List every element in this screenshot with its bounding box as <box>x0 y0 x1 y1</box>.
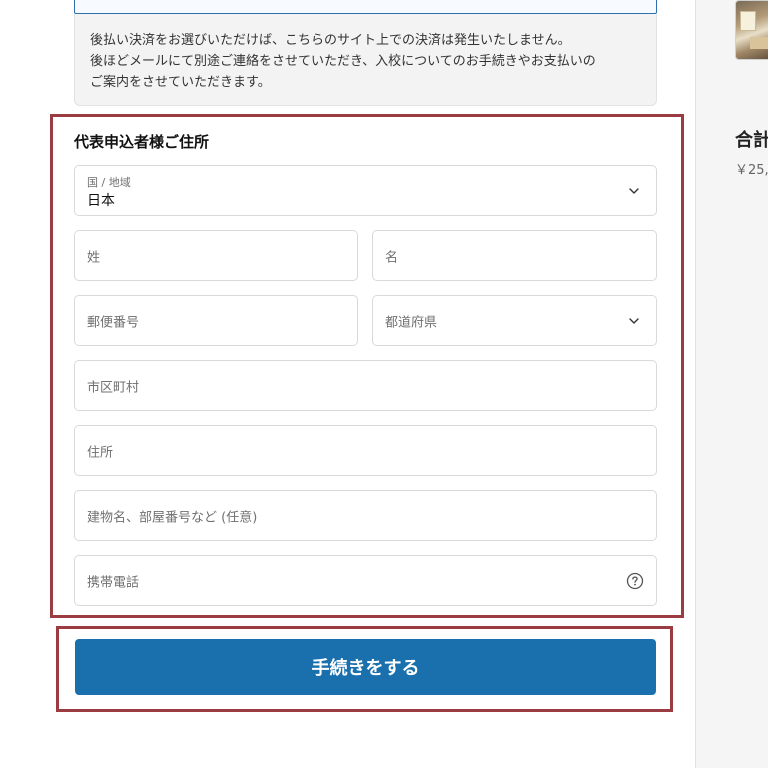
mobile-phone-field[interactable]: 携帯電話 <box>74 555 657 606</box>
deferred-payment-notice: 後払い決済をお選びいただけば、こちらのサイト上での決済は発生いたしません。 後ほ… <box>74 14 657 106</box>
course-thumbnail <box>735 0 768 60</box>
payment-option-selected-box <box>74 0 657 14</box>
postal-code-field[interactable]: 郵便番号 <box>74 295 358 346</box>
question-circle-icon[interactable] <box>626 572 644 590</box>
notice-line-1: 後払い決済をお選びいただけば、こちらのサイト上での決済は発生いたしません。 <box>90 33 571 48</box>
street-address-field[interactable]: 住所 <box>74 425 657 476</box>
chevron-down-icon <box>629 187 639 194</box>
postal-code-placeholder: 郵便番号 <box>87 315 140 330</box>
country-value: 日本 <box>87 193 115 209</box>
first-name-placeholder: 名 <box>385 250 399 265</box>
notice-line-3: ご案内をさせていただきます。 <box>90 75 271 90</box>
building-placeholder: 建物名、部屋番号など (任意) <box>87 510 258 525</box>
country-label: 国 / 地域 <box>87 176 131 189</box>
order-summary-sidebar: 合計 ￥25, <box>695 0 768 768</box>
city-field[interactable]: 市区町村 <box>74 360 657 411</box>
prefecture-placeholder: 都道府県 <box>385 315 438 330</box>
last-name-field[interactable]: 姓 <box>74 230 358 281</box>
first-name-field[interactable]: 名 <box>372 230 657 281</box>
notice-line-2: 後ほどメールにて別途ご連絡をさせていただき、入校についてのお手続きやお支払いの <box>90 54 596 69</box>
submit-button[interactable]: 手続きをする <box>75 639 656 695</box>
chevron-down-icon <box>629 317 639 324</box>
last-name-placeholder: 姓 <box>87 250 101 265</box>
address-section-title: 代表申込者様ご住所 <box>74 133 210 151</box>
street-address-placeholder: 住所 <box>87 445 114 460</box>
building-field[interactable]: 建物名、部屋番号など (任意) <box>74 490 657 541</box>
total-price: ￥25, <box>735 163 768 178</box>
prefecture-select[interactable]: 都道府県 <box>372 295 657 346</box>
city-placeholder: 市区町村 <box>87 380 140 395</box>
country-select[interactable]: 国 / 地域 日本 <box>74 165 657 216</box>
mobile-phone-placeholder: 携帯電話 <box>87 575 140 590</box>
total-label: 合計 <box>735 130 768 151</box>
